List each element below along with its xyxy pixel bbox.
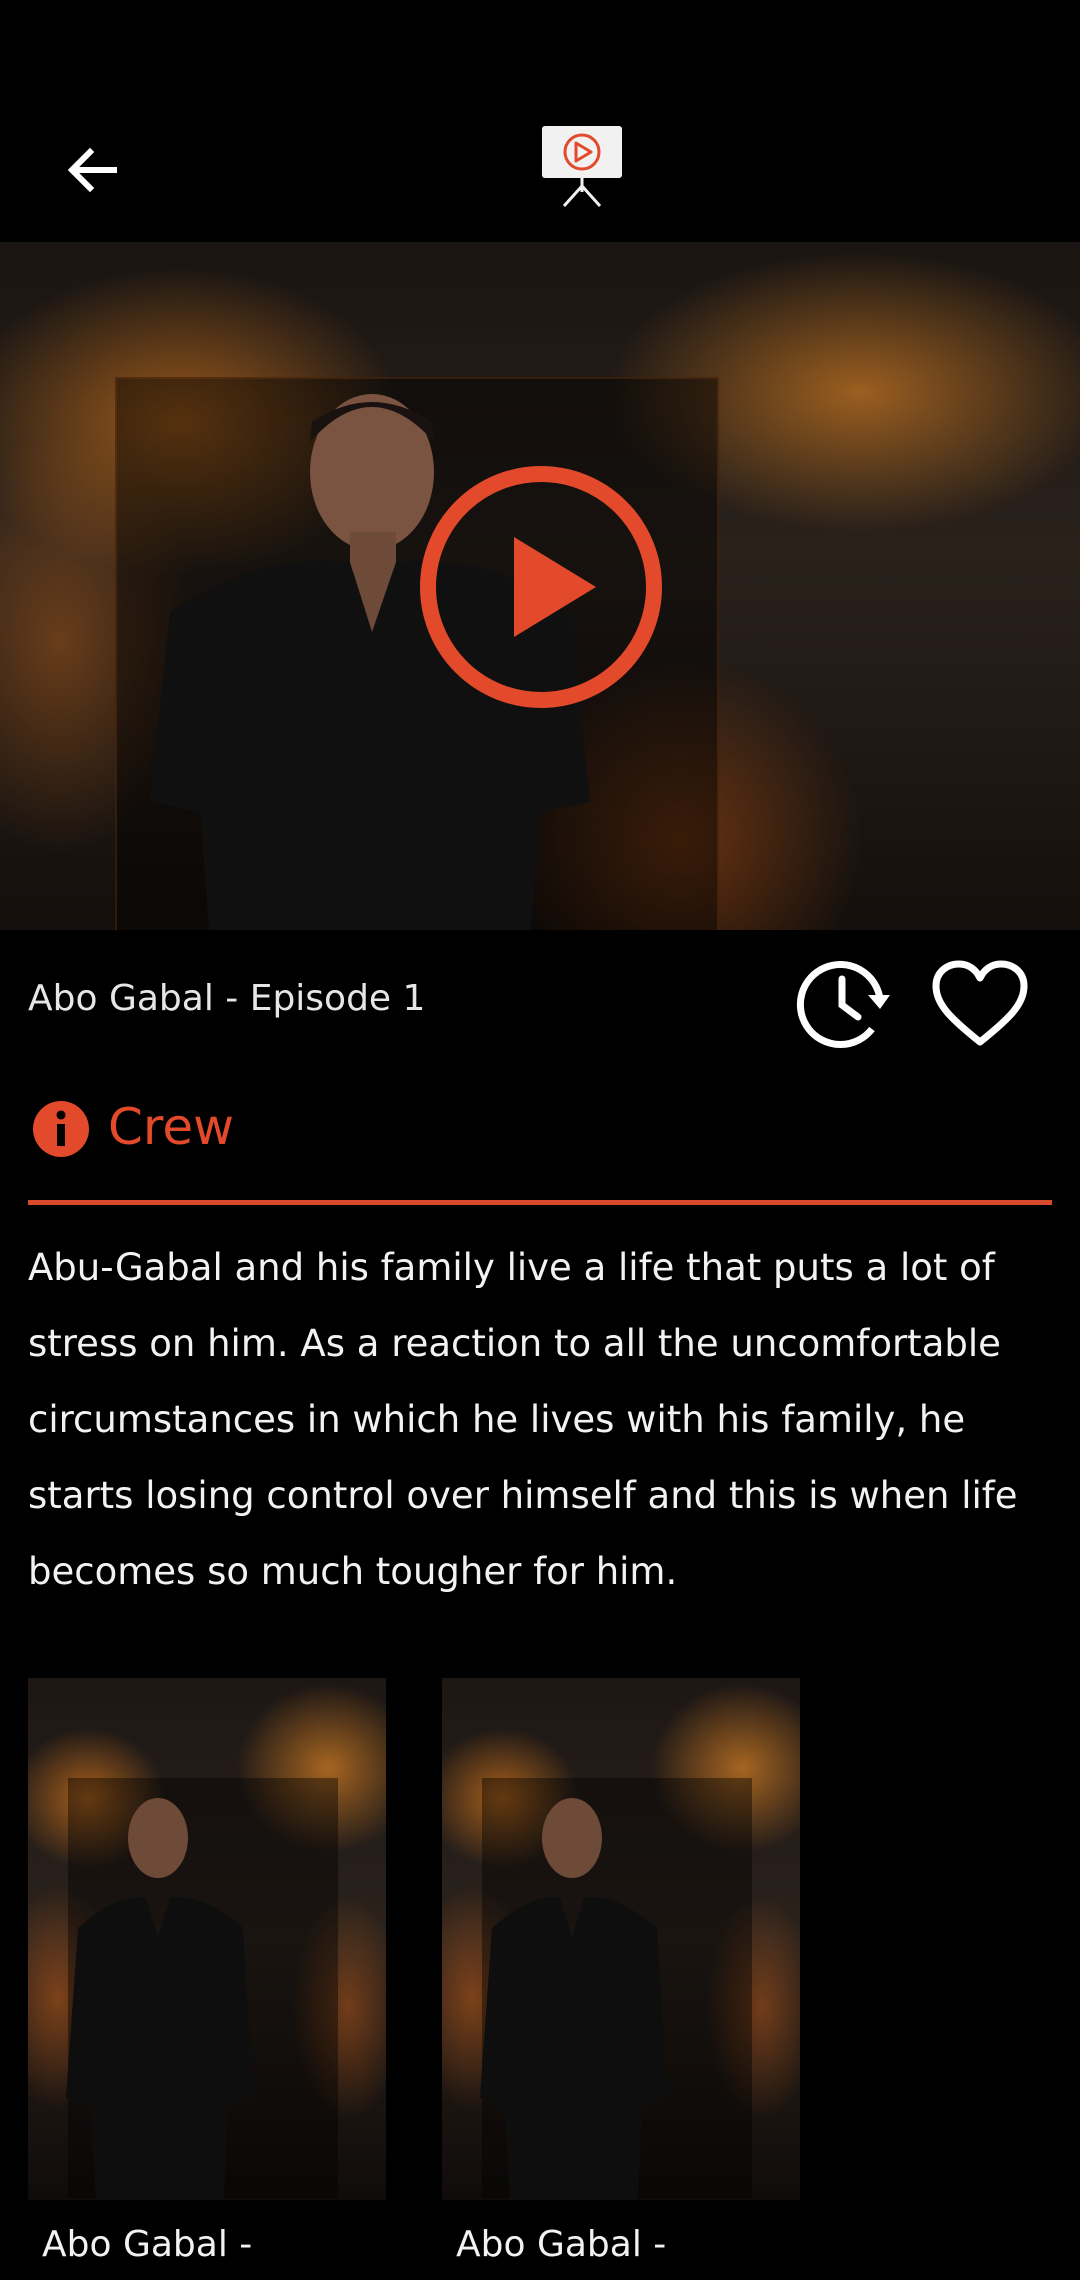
- tv-play-icon: [542, 126, 622, 208]
- episode-thumbnail: [442, 1678, 800, 2200]
- status-bar: [0, 0, 1080, 90]
- episode-card[interactable]: Abo Gabal -: [28, 1678, 386, 2265]
- episode-card[interactable]: Abo Gabal -: [442, 1678, 800, 2265]
- episode-title: Abo Gabal - Episode 1: [28, 978, 426, 1019]
- back-button[interactable]: [52, 130, 132, 210]
- clock-history-icon: [796, 961, 890, 1048]
- favorite-button[interactable]: [930, 960, 1030, 1050]
- episode-card-caption: Abo Gabal -: [456, 2224, 667, 2265]
- episode-row: Abo Gabal - Episode 1: [0, 930, 1080, 1070]
- heart-outline-icon: [932, 960, 1028, 1046]
- episode-thumbnail: [28, 1678, 386, 2200]
- watch-later-button[interactable]: [792, 955, 892, 1055]
- info-icon: [33, 1101, 89, 1157]
- play-circle-icon[interactable]: [416, 462, 666, 712]
- hero-video-thumbnail[interactable]: [0, 242, 1080, 930]
- arrow-left-icon: [67, 147, 117, 193]
- episode-card-caption: Abo Gabal -: [42, 2224, 253, 2265]
- crew-label: Crew: [108, 1098, 235, 1156]
- crew-divider: [28, 1200, 1052, 1205]
- episode-description: Abu-Gabal and his family live a life tha…: [28, 1246, 1018, 1593]
- top-app-bar: [0, 90, 1080, 242]
- crew-section-header[interactable]: Crew: [28, 1090, 1052, 1205]
